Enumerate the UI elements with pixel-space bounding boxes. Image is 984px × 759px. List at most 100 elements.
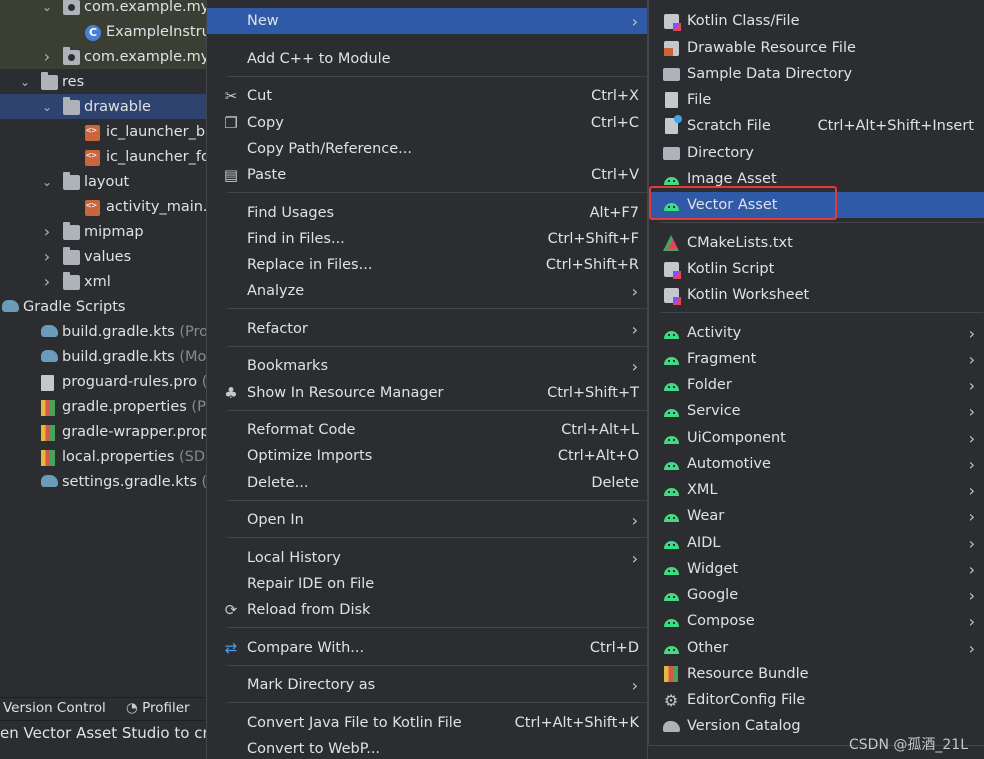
tree-item[interactable]: build.gradle.kts (Modu [0, 344, 208, 369]
menu-item-local-history[interactable]: Local History › [207, 545, 647, 571]
menu-item-other[interactable]: Other › [649, 635, 984, 661]
menu-item-reformat-code[interactable]: Reformat Code Ctrl+Alt+L [207, 417, 647, 443]
tree-item[interactable]: settings.gradle.kts (Pro [0, 469, 208, 494]
menu-item-service[interactable]: Service › [649, 398, 984, 424]
menu-item-google[interactable]: Google › [649, 582, 984, 608]
tree-item[interactable]: gradle.properties (Proj [0, 394, 208, 419]
menu-item-find-usages[interactable]: Find Usages Alt+F7 [207, 200, 647, 226]
tree-item[interactable]: C ExampleInstrume [0, 19, 208, 44]
android-icon [662, 507, 680, 525]
menu-item-convert-to-webp[interactable]: Convert to WebP... [207, 736, 647, 759]
tree-item[interactable]: › values [0, 244, 208, 269]
properties-file-icon [41, 400, 55, 416]
package-folder-icon [63, 47, 80, 65]
menu-item-replace-in-files[interactable]: Replace in Files... Ctrl+Shift+R [207, 252, 647, 278]
tree-item[interactable]: ⌄ drawable [0, 94, 208, 119]
tree-item-module-hint: (SDK L [178, 448, 208, 465]
menu-item-wear[interactable]: Wear › [649, 503, 984, 529]
menu-item-copy-path-reference[interactable]: Copy Path/Reference... [207, 136, 647, 162]
chevron-down-icon[interactable]: ⌄ [40, 175, 54, 189]
menu-item-kotlin-script[interactable]: Kotlin Script [649, 256, 984, 282]
menu-item-drawable-resource-file[interactable]: Drawable Resource File [649, 35, 984, 61]
menu-item-repair-ide-on-file[interactable]: Repair IDE on File [207, 571, 647, 597]
menu-item-optimize-imports[interactable]: Optimize Imports Ctrl+Alt+O [207, 443, 647, 469]
menu-item-mark-directory-as[interactable]: Mark Directory as › [207, 672, 647, 698]
menu-item-folder[interactable]: Folder › [649, 372, 984, 398]
android-icon [662, 350, 680, 368]
tree-item-label: drawable [84, 99, 151, 115]
menu-item-copy[interactable]: ❐ Copy Ctrl+C [207, 110, 647, 136]
menu-item-label: Directory [687, 145, 754, 161]
menu-item-analyze[interactable]: Analyze › [207, 278, 647, 304]
chevron-down-icon[interactable]: ⌄ [40, 0, 54, 14]
menu-item-shortcut: Ctrl+C [590, 115, 639, 131]
profiler-tab[interactable]: ◔ Profiler [126, 700, 190, 716]
android-icon [662, 455, 680, 473]
menu-item-show-in-resource-manager[interactable]: ♣ Show In Resource Manager Ctrl+Shift+T [207, 380, 647, 406]
menu-item-cmakelists-txt[interactable]: CMakeLists.txt [649, 230, 984, 256]
menu-item-label: Copy Path/Reference... [247, 141, 412, 157]
menu-item-reload-from-disk[interactable]: ⟳ Reload from Disk [207, 597, 647, 623]
tree-item[interactable]: gradle-wrapper.prope [0, 419, 208, 444]
version-control-tab[interactable]: Version Control [3, 700, 106, 716]
menu-item-activity[interactable]: Activity › [649, 320, 984, 346]
menu-item-compare-with[interactable]: ⇄ Compare With... Ctrl+D [207, 635, 647, 661]
tree-item[interactable]: ic_launcher_fore [0, 144, 208, 169]
tree-item[interactable]: › xml [0, 269, 208, 294]
menu-item-resource-bundle[interactable]: Resource Bundle [649, 661, 984, 687]
menu-item-label: Google [687, 587, 739, 603]
menu-item-sample-data-directory[interactable]: Sample Data Directory [649, 61, 984, 87]
tree-item[interactable]: ⌄ res [0, 69, 208, 94]
chevron-right-icon[interactable]: › [40, 247, 54, 266]
menu-item-open-in[interactable]: Open In › [207, 507, 647, 533]
tree-item-name: gradle.properties [62, 398, 187, 415]
tree-item[interactable]: ic_launcher_back [0, 119, 208, 144]
menu-item-new[interactable]: New › [207, 8, 647, 34]
chevron-right-icon[interactable]: › [40, 222, 54, 241]
menu-item-cut[interactable]: ✂ Cut Ctrl+X [207, 83, 647, 109]
menu-item-add-c-to-module[interactable]: Add C++ to Module [207, 46, 647, 72]
menu-item-convert-java-file-to-kotlin-file[interactable]: Convert Java File to Kotlin File Ctrl+Alt… [207, 710, 647, 736]
menu-item-bookmarks[interactable]: Bookmarks › [207, 353, 647, 379]
menu-item-compose[interactable]: Compose › [649, 608, 984, 634]
tree-item-label: ic_launcher_back [106, 124, 208, 140]
gradle-icon [2, 300, 19, 312]
tree-item[interactable]: › mipmap [0, 219, 208, 244]
folder-icon [63, 97, 80, 115]
tree-item[interactable]: ⌄ com.example.my_n [0, 0, 208, 19]
menu-item-editorconfig-file[interactable]: ⚙ EditorConfig File [649, 687, 984, 713]
menu-item-scratch-file[interactable]: Scratch File Ctrl+Alt+Shift+Insert [649, 113, 984, 139]
menu-item-label: Cut [247, 88, 272, 104]
menu-item-paste[interactable]: ▤ Paste Ctrl+V [207, 162, 647, 188]
menu-item-fragment[interactable]: Fragment › [649, 346, 984, 372]
tree-item[interactable]: › com.example.my_n [0, 44, 208, 69]
menu-item-widget[interactable]: Widget › [649, 556, 984, 582]
tree-item[interactable]: build.gradle.kts (Projec [0, 319, 208, 344]
menu-item-directory[interactable]: Directory [649, 140, 984, 166]
tree-item-name: ic_launcher_fore [106, 148, 208, 165]
xml-file-icon [85, 125, 100, 141]
menu-separator [227, 346, 647, 347]
menu-item-refactor[interactable]: Refactor › [207, 316, 647, 342]
chevron-down-icon[interactable]: ⌄ [40, 100, 54, 114]
tree-item[interactable]: ⌄ layout [0, 169, 208, 194]
menu-item-find-in-files[interactable]: Find in Files... Ctrl+Shift+F [207, 226, 647, 252]
menu-item-file[interactable]: File [649, 87, 984, 113]
tree-item[interactable]: local.properties (SDK L [0, 444, 208, 469]
menu-item-kotlin-class-file[interactable]: Kotlin Class/File [649, 8, 984, 34]
tree-item[interactable]: proguard-rules.pro (Pr [0, 369, 208, 394]
menu-item-xml[interactable]: XML › [649, 477, 984, 503]
chevron-down-icon[interactable]: ⌄ [18, 75, 32, 89]
tree-item[interactable]: activity_main.xm [0, 194, 208, 219]
menu-item-label: Convert Java File to Kotlin File [247, 715, 462, 731]
menu-item-delete[interactable]: Delete... Delete [207, 470, 647, 496]
chevron-right-icon[interactable]: › [40, 47, 54, 66]
tree-item-name: xml [84, 273, 111, 290]
menu-item-automotive[interactable]: Automotive › [649, 451, 984, 477]
menu-item-kotlin-worksheet[interactable]: Kotlin Worksheet [649, 282, 984, 308]
menu-item-aidl[interactable]: AIDL › [649, 530, 984, 556]
tree-item-label: com.example.my_n [84, 0, 208, 15]
chevron-right-icon[interactable]: › [40, 272, 54, 291]
tree-item[interactable]: Gradle Scripts [0, 294, 208, 319]
menu-item-uicomponent[interactable]: UiComponent › [649, 425, 984, 451]
